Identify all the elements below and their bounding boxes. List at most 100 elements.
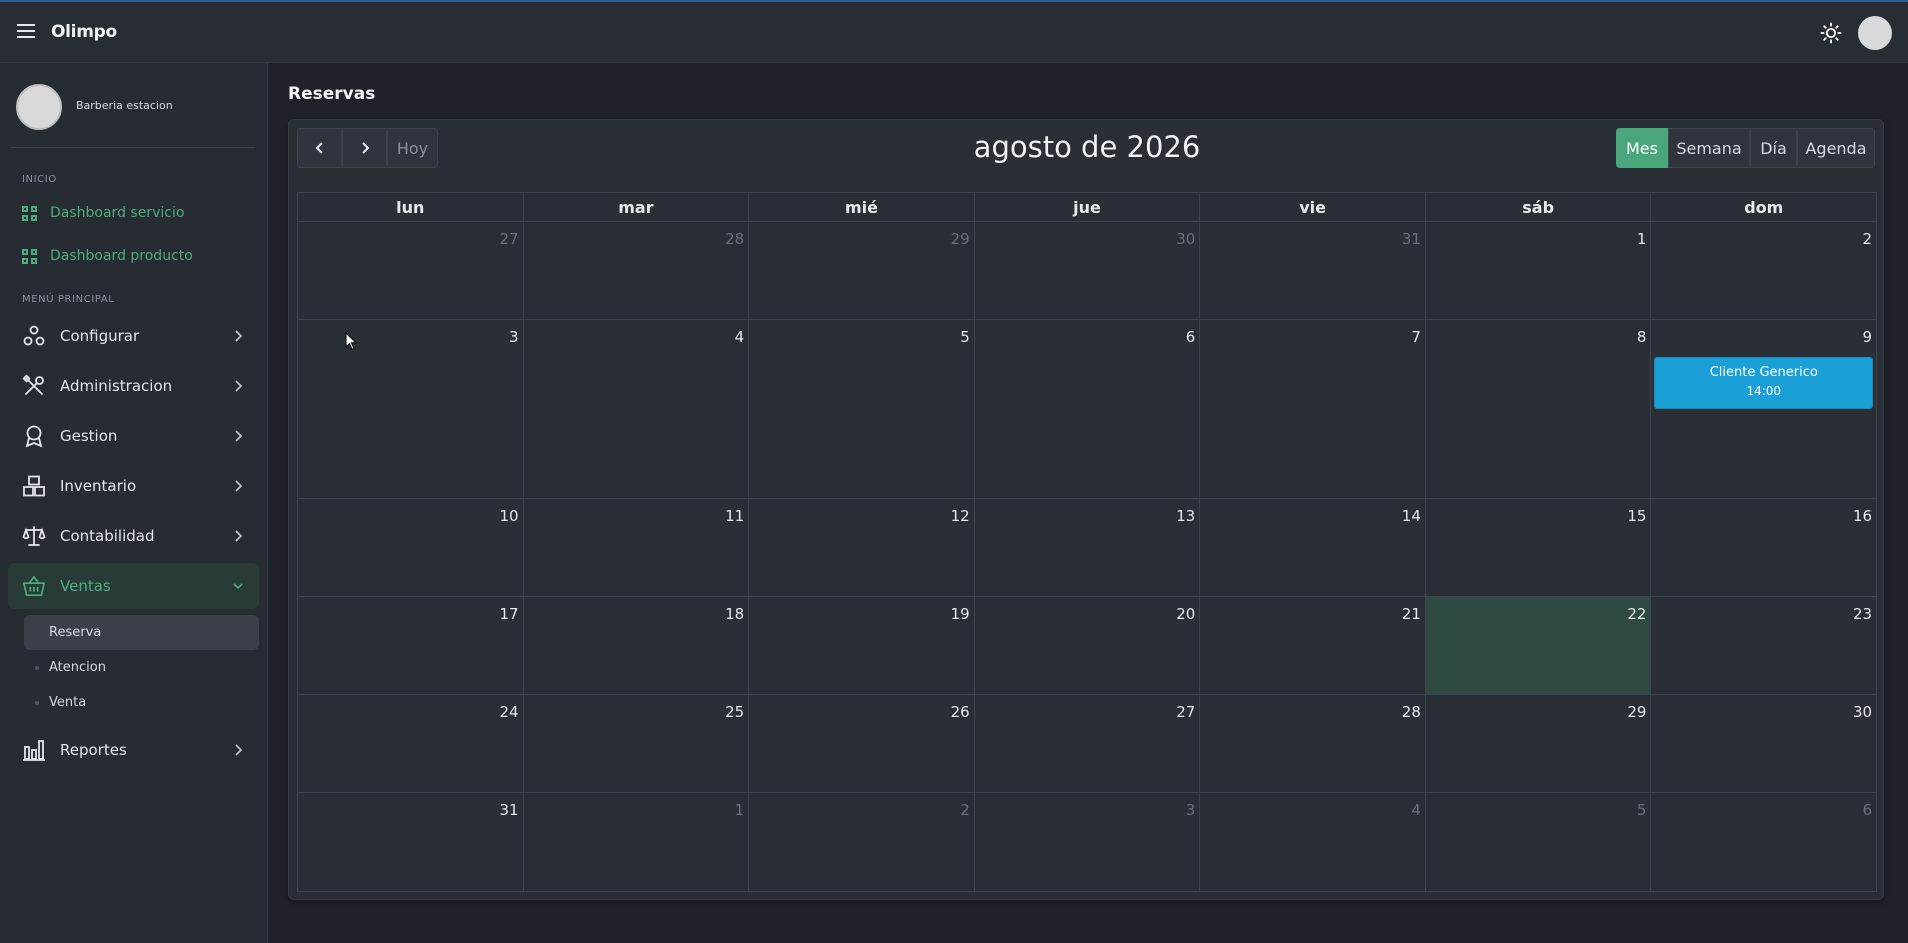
view-month-button[interactable]: Mes	[1616, 128, 1668, 168]
day-number[interactable]: 6	[1186, 328, 1196, 346]
day-cell[interactable]: 19	[749, 597, 975, 694]
day-cell[interactable]: 8	[1426, 320, 1652, 498]
day-number[interactable]: 29	[951, 230, 970, 248]
day-cell[interactable]: 21	[1200, 597, 1426, 694]
day-number[interactable]: 27	[499, 230, 518, 248]
day-cell[interactable]: 14	[1200, 499, 1426, 596]
day-number[interactable]: 21	[1402, 605, 1421, 623]
day-number[interactable]: 7	[1411, 328, 1421, 346]
view-agenda-button[interactable]: Agenda	[1797, 128, 1875, 168]
day-number[interactable]: 28	[1402, 703, 1421, 721]
sidebar-item-contabilidad[interactable]: Contabilidad	[8, 513, 259, 559]
day-cell[interactable]: 31	[1200, 222, 1426, 319]
day-number[interactable]: 24	[499, 703, 518, 721]
day-number[interactable]: 4	[735, 328, 745, 346]
day-number[interactable]: 5	[1637, 801, 1647, 819]
day-cell[interactable]: 3	[975, 793, 1201, 891]
day-cell[interactable]: 24	[298, 695, 524, 792]
day-cell[interactable]: 5	[749, 320, 975, 498]
day-cell[interactable]: 27	[298, 222, 524, 319]
day-number[interactable]: 20	[1176, 605, 1195, 623]
day-cell[interactable]: 28	[524, 222, 750, 319]
day-cell-today[interactable]: 22	[1425, 597, 1652, 694]
day-cell[interactable]: 4	[1200, 793, 1426, 891]
day-cell[interactable]: 6	[1651, 793, 1876, 891]
day-number[interactable]: 9	[1863, 328, 1873, 346]
day-cell[interactable]: 31	[298, 793, 524, 891]
day-cell[interactable]: 1	[1426, 222, 1652, 319]
day-cell[interactable]: 2	[749, 793, 975, 891]
day-cell[interactable]: 29	[749, 222, 975, 319]
view-week-button[interactable]: Semana	[1668, 128, 1750, 168]
day-cell[interactable]: 15	[1426, 499, 1652, 596]
sidebar-subitem-venta[interactable]: Venta	[24, 685, 259, 720]
sidebar-item-reportes[interactable]: Reportes	[8, 727, 259, 773]
day-cell[interactable]: 4	[524, 320, 750, 498]
day-cell[interactable]: 9 Cliente Generico 14:00	[1651, 320, 1876, 498]
day-cell[interactable]: 28	[1200, 695, 1426, 792]
day-number[interactable]: 10	[499, 507, 518, 525]
day-cell[interactable]: 3	[298, 320, 524, 498]
day-cell[interactable]: 18	[524, 597, 750, 694]
sidebar-item-gestion[interactable]: Gestion	[8, 413, 259, 459]
day-cell[interactable]: 12	[749, 499, 975, 596]
day-number[interactable]: 4	[1411, 801, 1421, 819]
view-day-button[interactable]: Día	[1750, 128, 1797, 168]
day-number[interactable]: 28	[725, 230, 744, 248]
day-cell[interactable]: 5	[1426, 793, 1652, 891]
day-number[interactable]: 26	[951, 703, 970, 721]
day-number[interactable]: 3	[509, 328, 519, 346]
scrollbar[interactable]	[1899, 63, 1908, 943]
day-cell[interactable]: 7	[1200, 320, 1426, 498]
sidebar-subitem-reserva[interactable]: Reserva	[24, 615, 259, 650]
day-cell[interactable]: 29	[1426, 695, 1652, 792]
day-number[interactable]: 18	[725, 605, 744, 623]
sun-icon[interactable]	[1820, 22, 1842, 44]
day-number[interactable]: 3	[1186, 801, 1196, 819]
day-number[interactable]: 2	[1863, 230, 1873, 248]
day-number[interactable]: 16	[1853, 507, 1872, 525]
day-number[interactable]: 15	[1627, 507, 1646, 525]
day-cell[interactable]: 30	[1651, 695, 1876, 792]
day-number[interactable]: 30	[1176, 230, 1195, 248]
day-number[interactable]: 11	[725, 507, 744, 525]
day-cell[interactable]: 25	[524, 695, 750, 792]
calendar-event[interactable]: Cliente Generico 14:00	[1654, 357, 1874, 409]
day-cell[interactable]: 23	[1651, 597, 1876, 694]
day-cell[interactable]: 1	[524, 793, 750, 891]
day-number[interactable]: 6	[1863, 801, 1873, 819]
sidebar-item-dashboard-producto[interactable]: Dashboard producto	[22, 244, 193, 268]
sidebar-item-dashboard-servicio[interactable]: Dashboard servicio	[22, 201, 184, 225]
hamburger-menu-icon[interactable]	[17, 24, 35, 38]
day-cell[interactable]: 13	[975, 499, 1201, 596]
day-number[interactable]: 17	[499, 605, 518, 623]
day-number[interactable]: 22	[1627, 605, 1646, 623]
sidebar-subitem-atencion[interactable]: Atencion	[24, 650, 259, 685]
sidebar-item-configurar[interactable]: Configurar	[8, 313, 259, 359]
day-number[interactable]: 1	[1637, 230, 1647, 248]
day-number[interactable]: 19	[951, 605, 970, 623]
day-number[interactable]: 8	[1637, 328, 1647, 346]
day-cell[interactable]: 2	[1651, 222, 1876, 319]
sidebar-item-ventas[interactable]: Ventas	[8, 563, 259, 609]
sidebar-item-inventario[interactable]: Inventario	[8, 463, 259, 509]
day-number[interactable]: 13	[1176, 507, 1195, 525]
day-number[interactable]: 5	[960, 328, 970, 346]
day-number[interactable]: 23	[1853, 605, 1872, 623]
day-cell[interactable]: 6	[975, 320, 1201, 498]
day-number[interactable]: 31	[499, 801, 518, 819]
day-cell[interactable]: 10	[298, 499, 524, 596]
avatar[interactable]	[16, 84, 62, 130]
day-number[interactable]: 1	[735, 801, 745, 819]
day-cell[interactable]: 26	[749, 695, 975, 792]
day-number[interactable]: 2	[960, 801, 970, 819]
day-cell[interactable]: 20	[975, 597, 1201, 694]
day-number[interactable]: 29	[1627, 703, 1646, 721]
day-cell[interactable]: 17	[298, 597, 524, 694]
day-number[interactable]: 25	[725, 703, 744, 721]
day-number[interactable]: 27	[1176, 703, 1195, 721]
day-number[interactable]: 30	[1853, 703, 1872, 721]
day-number[interactable]: 31	[1402, 230, 1421, 248]
day-cell[interactable]: 27	[975, 695, 1201, 792]
day-number[interactable]: 12	[951, 507, 970, 525]
